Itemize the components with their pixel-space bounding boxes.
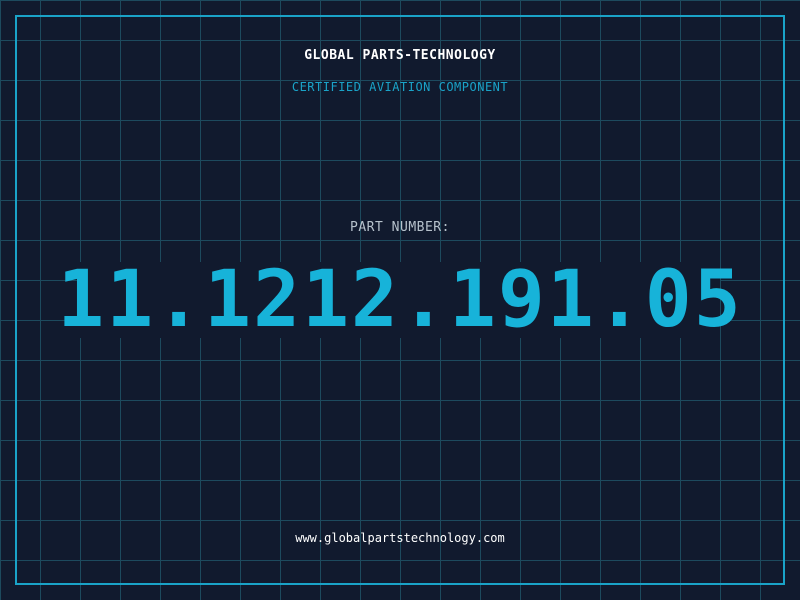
label-canvas: GLOBAL PARTS-TECHNOLOGY CERTIFIED AVIATI… [0, 0, 800, 600]
certification-subtitle: CERTIFIED AVIATION COMPONENT [291, 80, 509, 94]
part-number-value: 11.1212.191.05 [57, 255, 743, 345]
company-name: GLOBAL PARTS-TECHNOLOGY [304, 48, 496, 63]
website-url: www.globalpartstechnology.com [295, 531, 505, 545]
part-number-label: PART NUMBER: [350, 220, 450, 235]
